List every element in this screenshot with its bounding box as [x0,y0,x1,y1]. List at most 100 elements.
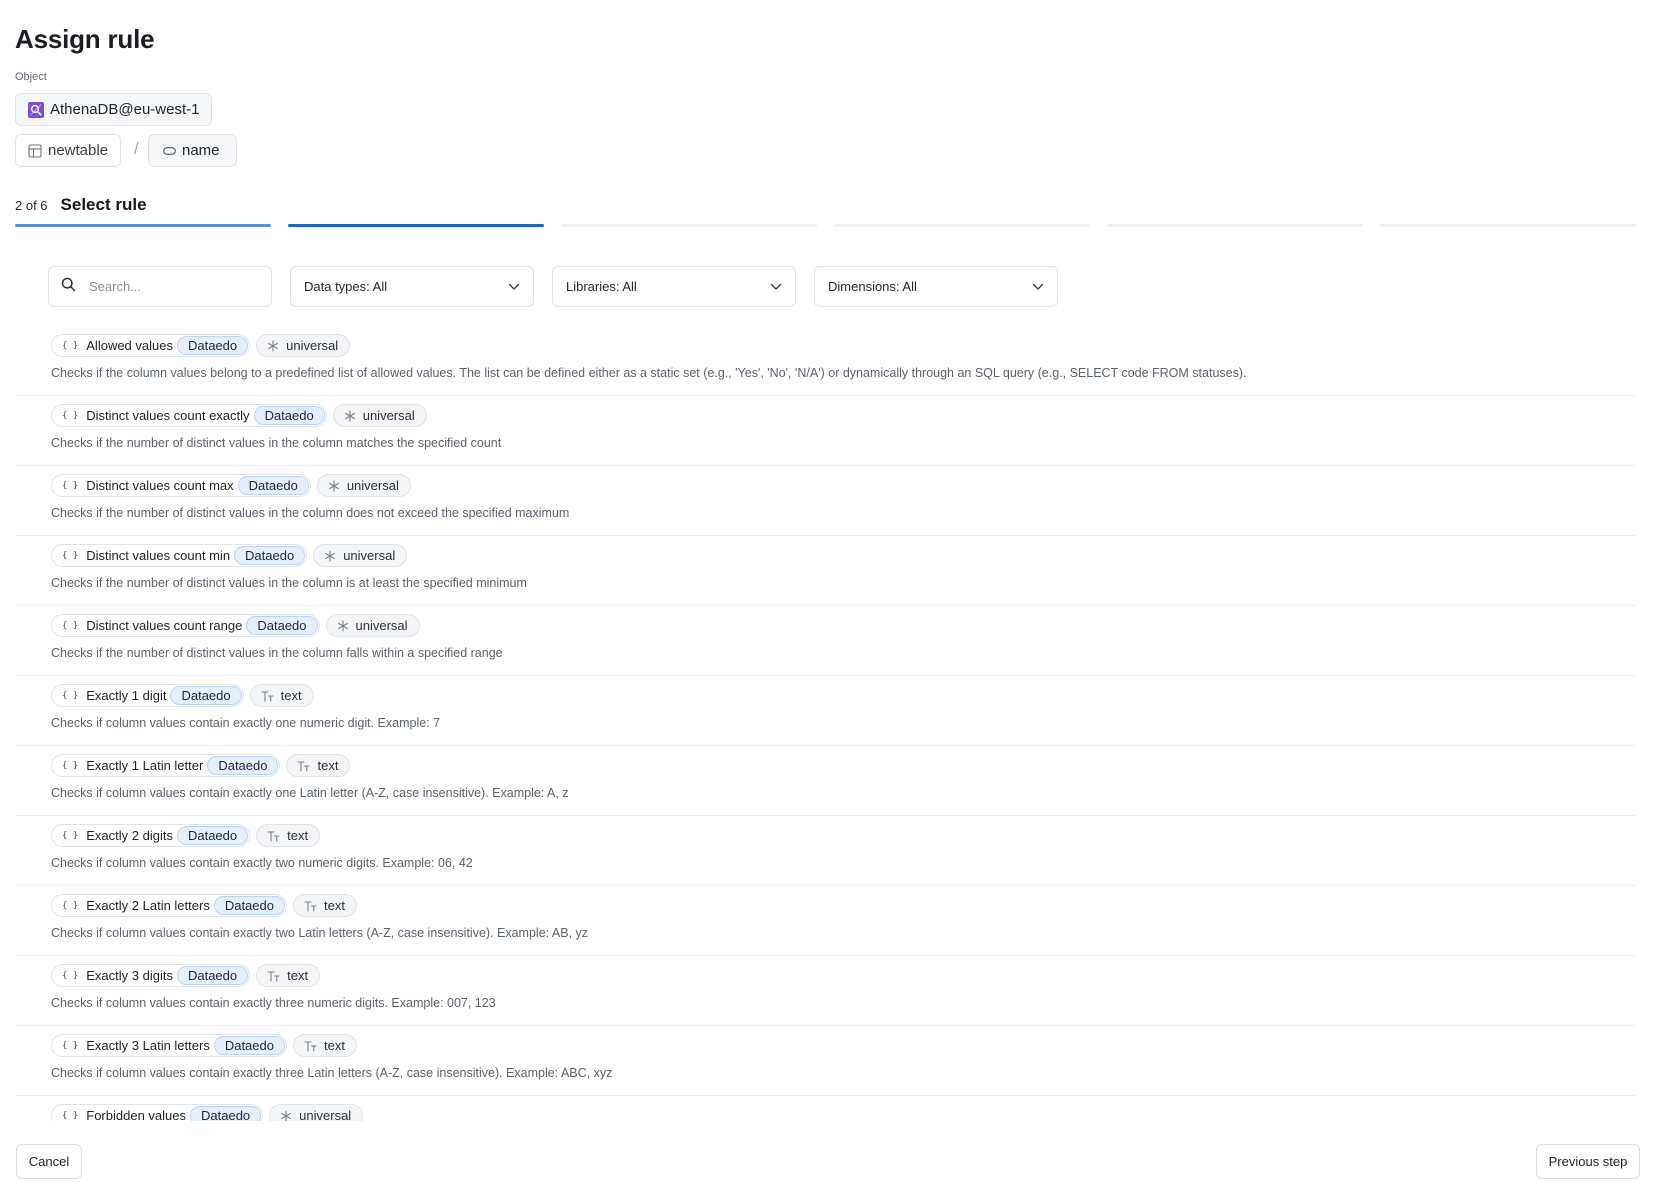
step-indicator: 2 of 6 Select rule [15,195,147,215]
rule-row[interactable]: { } Exactly 3 Latin letters Dataedo text Che… [15,1026,1635,1096]
text-type-icon [267,830,280,842]
rule-row[interactable]: { } Exactly 2 Latin letters Dataedo text Che… [15,886,1635,956]
cancel-button[interactable]: Cancel [16,1144,82,1179]
rule-row[interactable]: { } Exactly 1 digit Dataedo text Checks if c… [15,676,1635,746]
rule-braces-icon: { } [62,620,79,631]
object-name: AthenaDB@eu-west-1 [50,101,200,118]
rule-description: Checks if column values contain exactly … [51,856,473,870]
progress-step-2 [288,224,544,227]
rule-row[interactable]: { } Exactly 1 Latin letter Dataedo text Chec… [15,746,1635,816]
rule-name: Exactly 1 Latin letter [86,758,204,773]
breadcrumb-separator: / [134,141,139,158]
asterisk-icon [267,339,279,352]
rule-name-pill[interactable]: { } Distinct values count range Dataedo [51,614,320,637]
rule-braces-icon: { } [62,550,79,561]
rule-row[interactable]: { } Distinct values count range Dataedo uni… [15,606,1635,676]
data-type-label: universal [299,1108,352,1121]
page-title: Assign rule [15,24,155,54]
search-icon [61,277,76,297]
data-type-label: universal [343,548,396,563]
rule-name: Forbidden values [86,1108,186,1121]
search-input[interactable] [89,279,249,294]
asterisk-icon [344,409,356,422]
data-type-tag: text [249,684,314,707]
rule-name-pill[interactable]: { } Distinct values count max Dataedo [51,474,311,497]
rule-name-pill[interactable]: { } Allowed values Dataedo [51,334,251,357]
rule-description: Checks if the number of distinct values … [51,646,503,660]
rule-name: Exactly 1 digit [86,688,167,703]
rule-braces-icon: { } [62,970,79,981]
data-type-tag: universal [269,1104,364,1121]
chevron-down-icon [1032,279,1044,294]
rule-name-pill[interactable]: { } Exactly 2 Latin letters Dataedo [51,894,287,917]
previous-step-button[interactable]: Previous step [1536,1144,1640,1179]
progress-step-1 [15,224,271,227]
rule-name: Distinct values count max [86,478,234,493]
rule-name: Exactly 3 Latin letters [86,1038,210,1053]
dimensions-dropdown[interactable]: Dimensions: All [814,266,1058,307]
rule-name-pill[interactable]: { } Distinct values count exactly Dataedo [51,404,327,427]
rule-row[interactable]: { } Distinct values count max Dataedo unive… [15,466,1635,536]
data-types-dropdown[interactable]: Data types: All [290,266,534,307]
text-type-icon [297,760,311,772]
object-chip[interactable]: AthenaDB@eu-west-1 [15,93,213,126]
asterisk-icon [337,619,349,632]
progress-step-4 [834,224,1090,227]
asterisk-icon [328,479,340,492]
rule-name-pill[interactable]: { } Exactly 1 digit Dataedo [51,684,244,707]
rule-name-pill[interactable]: { } Exactly 2 digits Dataedo [51,824,251,847]
breadcrumb-column[interactable]: name [148,134,237,167]
rule-description: Checks if the number of distinct values … [51,576,527,590]
rule-row[interactable]: { } Exactly 3 digits Dataedo text Checks if … [15,956,1635,1026]
rule-braces-icon: { } [62,1110,79,1121]
progress-step-5 [1107,224,1363,227]
rule-list[interactable]: { } Allowed values Dataedo universal Checks … [15,326,1635,1121]
rule-row[interactable]: { } Distinct values count min Dataedo unive… [15,536,1635,606]
rule-description: Checks if column values contain exactly … [51,716,441,730]
rule-braces-icon: { } [62,410,79,421]
data-types-value: Data types: All [304,279,388,294]
rule-name-pill[interactable]: { } Forbidden values Dataedo [51,1104,264,1121]
rule-name-pill[interactable]: { } Exactly 1 Latin letter Dataedo [51,754,281,777]
rule-name-pill[interactable]: { } Exactly 3 digits Dataedo [51,964,251,987]
rule-row[interactable]: { } Allowed values Dataedo universal Checks … [15,326,1635,396]
rule-name-pill[interactable]: { } Distinct values count min Dataedo [51,544,308,567]
text-type-icon [267,970,280,982]
library-tag: Dataedo [207,756,279,775]
chevron-down-icon [770,279,782,294]
table-name: newtable [48,142,109,159]
search-box[interactable] [48,266,272,307]
library-tag: Dataedo [213,1036,285,1055]
data-type-label: text [317,758,339,773]
text-type-icon [261,690,274,702]
data-type-label: universal [355,618,408,633]
rule-row[interactable]: { } Exactly 2 digits Dataedo text Checks if … [15,816,1635,886]
data-type-tag: text [292,894,357,917]
data-type-tag: universal [313,544,408,567]
rule-row[interactable]: { } Forbidden values Dataedo universal [15,1096,1635,1121]
asterisk-icon [280,1109,292,1121]
data-type-tag: text [256,824,321,847]
rule-description: Checks if column values contain exactly … [51,996,496,1010]
data-type-label: text [287,828,309,843]
libraries-dropdown[interactable]: Libraries: All [552,266,796,307]
library-tag: Dataedo [176,336,249,355]
rule-braces-icon: { } [62,1040,79,1051]
rule-name-pill[interactable]: { } Exactly 3 Latin letters Dataedo [51,1034,287,1057]
breadcrumb-table[interactable]: newtable [15,134,122,167]
rule-name: Distinct values count range [86,618,243,633]
rule-description: Checks if the number of distinct values … [51,436,502,450]
column-icon [163,146,176,156]
data-type-label: universal [346,478,399,493]
data-type-label: universal [362,408,415,423]
library-tag: Dataedo [213,896,285,915]
rule-name: Distinct values count min [86,548,231,563]
rule-description: Checks if the column values belong to a … [51,366,1247,380]
rule-row[interactable]: { } Distinct values count exactly Dataedo u… [15,396,1635,466]
data-type-tag: universal [325,614,420,637]
data-type-label: text [323,1038,345,1053]
progress-step-3 [561,224,817,227]
library-tag: Dataedo [176,826,249,845]
text-type-icon [304,1040,317,1052]
data-type-tag: text [256,964,321,987]
